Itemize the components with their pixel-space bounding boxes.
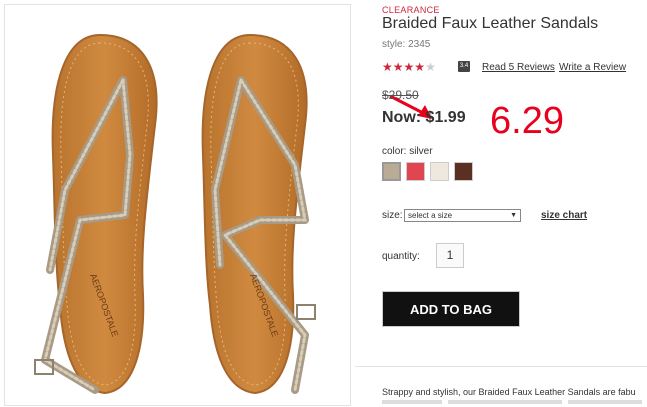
swatch-coral[interactable] [406,162,425,181]
divider [355,366,647,367]
size-chart-link[interactable]: size chart [541,210,587,221]
star-empty-icon: ★ [425,60,436,74]
size-select-value: select a size [408,211,453,220]
swatch-white[interactable] [430,162,449,181]
sandals-illustration: AEROPOSTALE AEROPOSTALE [34,33,316,395]
chevron-down-icon: ▼ [510,212,517,219]
write-review-link[interactable]: Write a Review [559,62,626,73]
color-swatches [382,162,473,181]
star-icon: ★ [382,60,393,74]
quantity-input[interactable]: 1 [436,243,464,268]
description-next-line [382,400,642,404]
star-rating: ★★★★★ [382,60,436,74]
clearance-badge: CLEARANCE [382,5,440,15]
product-info-panel: CLEARANCE Braided Faux Leather Sandals s… [382,0,647,407]
product-description: Strappy and stylish, our Braided Faux Le… [382,387,636,397]
product-image[interactable]: AEROPOSTALE AEROPOSTALE [4,4,351,406]
right-sandal: AEROPOSTALE [201,33,316,395]
annotation-price: 6.29 [490,100,564,142]
color-label: color: silver [382,146,433,157]
swatch-brown[interactable] [454,162,473,181]
rating-badge: 3.4 [458,61,470,72]
star-half-icon: ★ [414,60,426,74]
read-reviews-link[interactable]: Read 5 Reviews [482,62,555,73]
left-sandal: AEROPOSTALE [34,33,158,395]
size-select[interactable]: select a size ▼ [404,209,521,222]
star-icon: ★ [403,60,415,74]
swatch-silver[interactable] [382,162,401,181]
add-to-bag-button[interactable]: ADD TO BAG [382,291,520,327]
size-label: size: [382,210,403,221]
product-title: Braided Faux Leather Sandals [382,15,599,32]
quantity-label: quantity: [382,251,420,262]
now-price: Now: $1.99 [382,109,466,126]
was-price: $29.50 [382,88,419,102]
style-number: style: 2345 [382,39,431,50]
star-icon: ★ [392,60,404,74]
